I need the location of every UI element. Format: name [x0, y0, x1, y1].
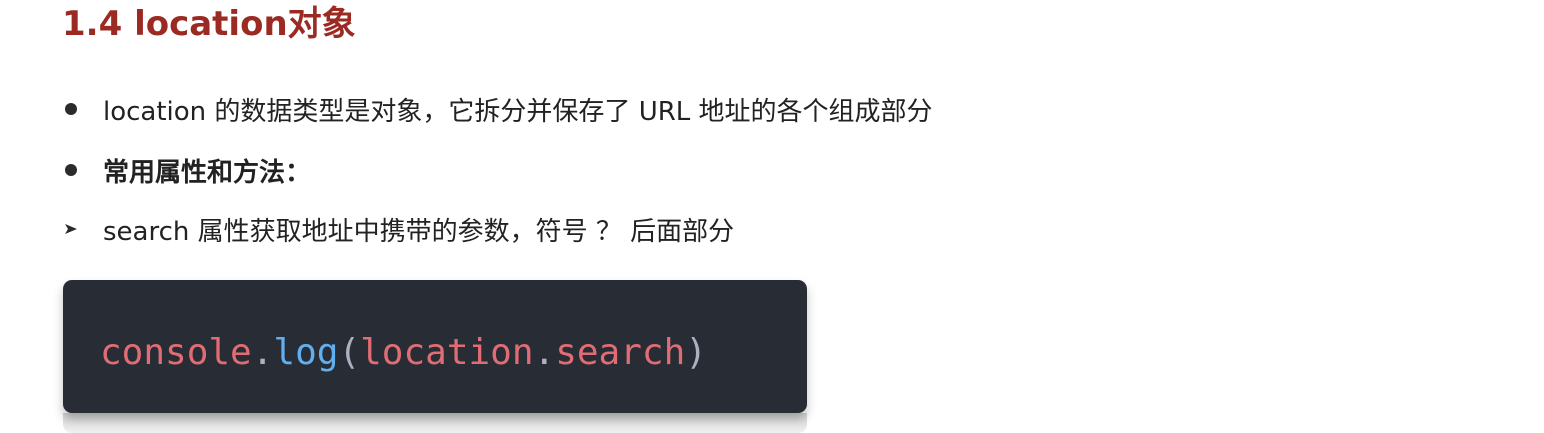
- code-token-property: search: [555, 332, 686, 373]
- code-block-shadow: [63, 413, 807, 433]
- code-token-close-paren: ): [685, 332, 707, 373]
- list-item: location 的数据类型是对象，它拆分并保存了 URL 地址的各个组成部分: [62, 89, 933, 129]
- list-item-text: location 的数据类型是对象，它拆分并保存了 URL 地址的各个组成部分: [103, 96, 933, 127]
- list-item-text: search 属性获取地址中携带的参数，符号 ？ 后面部分: [103, 216, 735, 247]
- arrow-bullet-icon: [63, 221, 79, 237]
- code-token-object: console: [100, 332, 252, 373]
- list-item: search 属性获取地址中携带的参数，符号 ？ 后面部分: [62, 209, 734, 249]
- code-token-object: location: [360, 332, 534, 373]
- bullet-dot-icon: [65, 164, 77, 176]
- code-token-open-paren: (: [338, 332, 361, 373]
- code-token-function: log: [273, 332, 339, 373]
- code-token-dot: .: [251, 332, 274, 373]
- list-item: 常用属性和方法：: [62, 150, 311, 190]
- code-block: console.log(location.search): [63, 280, 807, 413]
- section-heading: 1.4 location对象: [62, 4, 356, 44]
- code-line: console.log(location.search): [100, 330, 707, 376]
- bullet-dot-icon: [65, 103, 77, 115]
- code-token-dot: .: [533, 332, 556, 373]
- list-item-text: 常用属性和方法：: [103, 157, 312, 188]
